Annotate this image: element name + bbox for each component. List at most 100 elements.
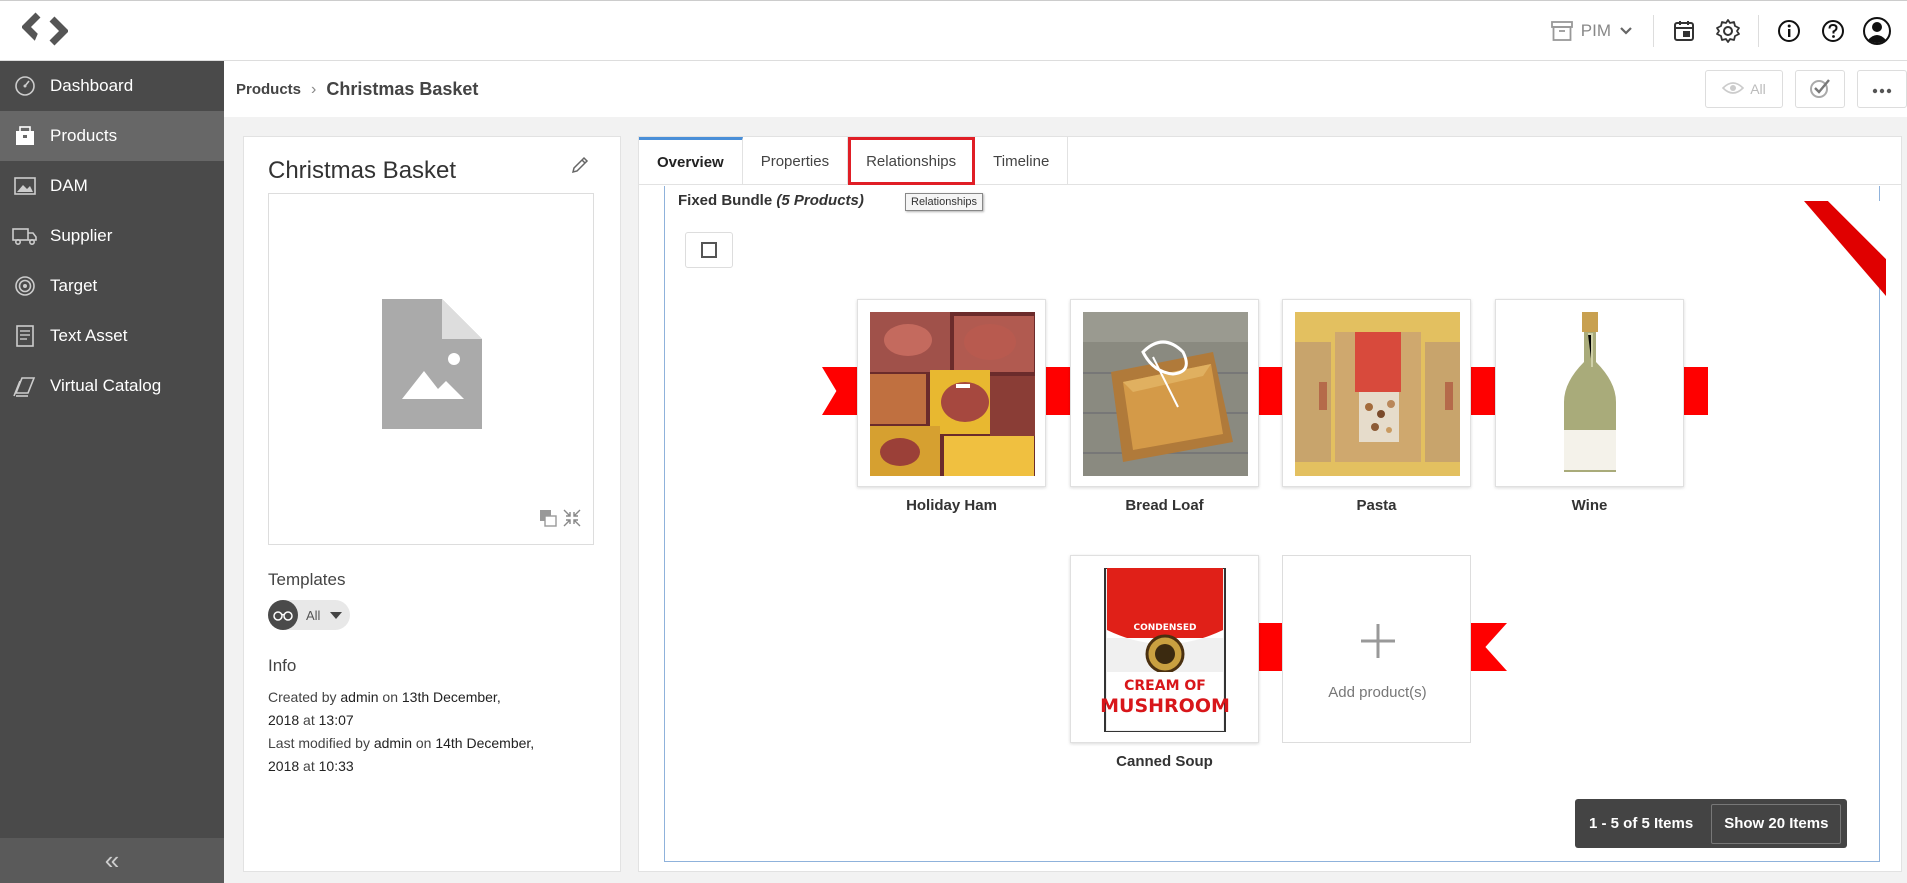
ribbon-segment: [1683, 367, 1708, 415]
wine-image: [1508, 312, 1673, 476]
product-name: Holiday Ham: [906, 497, 997, 514]
tab-bar: Overview Properties Relationships Timeli…: [639, 137, 1901, 185]
created-year: 2018: [268, 712, 300, 728]
soup-label-mid: CREAM OF: [1124, 678, 1206, 694]
bundle-container: [664, 186, 1880, 862]
product-name: Canned Soup: [1116, 753, 1213, 770]
product-summary-card: Christmas Basket Templates All Info Crea…: [243, 136, 621, 872]
breadcrumb-separator: ›: [311, 80, 317, 98]
template-selector[interactable]: All: [268, 600, 350, 630]
sidebar-item-label: Virtual Catalog: [50, 376, 162, 395]
product-name: Wine: [1571, 497, 1608, 514]
sidebar-item-dam[interactable]: DAM: [0, 161, 224, 211]
chevron-down-icon: [1619, 26, 1633, 36]
help-icon[interactable]: [1815, 13, 1851, 49]
product-card-wine[interactable]: [1495, 299, 1684, 487]
pasta-image: [1295, 312, 1460, 476]
tab-relationships[interactable]: Relationships: [848, 137, 976, 185]
product-image-area[interactable]: [268, 193, 594, 545]
sidebar-item-label: Supplier: [50, 226, 113, 245]
ribbon-segment: [1045, 367, 1071, 415]
catalog-icon: [12, 373, 38, 399]
product-card-canned-soup[interactable]: CONDENSED CREAM OF MUSHROOM: [1070, 555, 1259, 743]
image-placeholder-icon: [382, 299, 482, 434]
add-product-button[interactable]: Add product(s): [1282, 555, 1471, 743]
created-at-word: at: [303, 712, 315, 728]
bundle-title-text: Fixed Bundle: [678, 192, 773, 209]
info-icon[interactable]: [1771, 13, 1807, 49]
target-icon: [12, 273, 38, 299]
modified-info-line1: Last modified by admin on 14th December,: [268, 735, 534, 751]
modified-year: 2018: [268, 758, 300, 774]
plus-icon: [1361, 624, 1395, 663]
tab-properties[interactable]: Properties: [743, 137, 849, 185]
view-all-button[interactable]: All: [1705, 70, 1783, 108]
top-bar: PIM: [0, 0, 1907, 61]
templates-heading: Templates: [268, 570, 346, 589]
sidebar: Dashboard Products DAM Supplier Target T…: [0, 61, 224, 883]
tab-timeline[interactable]: Timeline: [975, 137, 1069, 185]
corner-ribbon: [1804, 201, 1886, 301]
dashboard-icon: [12, 73, 38, 99]
pencil-icon[interactable]: [570, 155, 590, 180]
header-bar: Products › Christmas Basket All: [224, 61, 1907, 117]
soup-label-bottom: MUSHROOM: [1100, 695, 1230, 717]
gear-icon[interactable]: [1710, 13, 1746, 49]
sidebar-item-target[interactable]: Target: [0, 261, 224, 311]
sidebar-item-virtual-catalog[interactable]: Virtual Catalog: [0, 361, 224, 411]
more-options-button[interactable]: [1857, 70, 1907, 108]
archive-icon: [1550, 21, 1573, 41]
sidebar-item-label: Products: [50, 126, 118, 145]
product-card-bread-loaf[interactable]: [1070, 299, 1259, 487]
ribbon-segment: [1258, 623, 1282, 671]
pagination-range: 1 - 5 of 5 Items: [1589, 815, 1694, 832]
caret-down-icon: [330, 611, 343, 619]
tab-overview[interactable]: Overview: [639, 137, 743, 185]
breadcrumb-current: Christmas Basket: [326, 79, 479, 99]
modified-on-word: on: [415, 735, 432, 751]
bundle-title: Fixed Bundle (5 Products): [678, 192, 864, 209]
template-value: All: [306, 607, 321, 623]
app-switcher-label: PIM: [1580, 21, 1611, 40]
logo-icon[interactable]: [21, 11, 72, 51]
product-name: Pasta: [1356, 497, 1397, 514]
check-status-button[interactable]: [1795, 70, 1845, 108]
collapse-icon[interactable]: [563, 509, 581, 532]
created-date: 13th December,: [401, 689, 501, 705]
sidebar-collapse-button[interactable]: «: [0, 838, 224, 883]
sidebar-item-label: DAM: [50, 176, 88, 195]
truck-icon: [12, 223, 38, 249]
product-title: Christmas Basket: [268, 157, 457, 184]
modified-by: admin: [373, 735, 412, 751]
pagination-bar: 1 - 5 of 5 Items Show 20 Items: [1575, 799, 1848, 848]
product-card-pasta[interactable]: [1282, 299, 1471, 487]
modified-info-line2: 2018 at 10:33: [268, 758, 354, 774]
app-switcher[interactable]: PIM: [1539, 21, 1645, 41]
image-swap-icon[interactable]: [539, 509, 557, 532]
divider: [1758, 15, 1759, 47]
info-heading: Info: [268, 656, 297, 675]
page-size-button[interactable]: Show 20 Items: [1711, 803, 1842, 844]
calendar-icon[interactable]: [1666, 13, 1702, 49]
sidebar-item-supplier[interactable]: Supplier: [0, 211, 224, 261]
divider: [1653, 15, 1654, 47]
created-prefix: Created by: [268, 689, 337, 705]
product-name: Bread Loaf: [1125, 497, 1204, 514]
double-chevron-left-icon: «: [104, 845, 120, 875]
sidebar-item-products[interactable]: Products: [0, 111, 224, 161]
breadcrumb-parent-link[interactable]: Products: [236, 81, 301, 98]
sidebar-item-dashboard[interactable]: Dashboard: [0, 61, 224, 111]
image-icon: [12, 173, 38, 199]
soup-label-top: CONDENSED: [1133, 623, 1196, 633]
products-icon: [12, 123, 38, 149]
product-card-holiday-ham[interactable]: [857, 299, 1046, 487]
select-all-checkbox[interactable]: [685, 232, 733, 268]
soup-image: CONDENSED CREAM OF MUSHROOM: [1083, 568, 1248, 732]
ham-image: [870, 312, 1035, 476]
modified-time: 10:33: [318, 758, 354, 774]
user-icon[interactable]: [1859, 13, 1895, 49]
view-all-label: All: [1750, 81, 1766, 97]
sidebar-item-text-asset[interactable]: Text Asset: [0, 311, 224, 361]
created-time: 13:07: [318, 712, 354, 728]
add-product-label: Add product(s): [1328, 684, 1427, 701]
